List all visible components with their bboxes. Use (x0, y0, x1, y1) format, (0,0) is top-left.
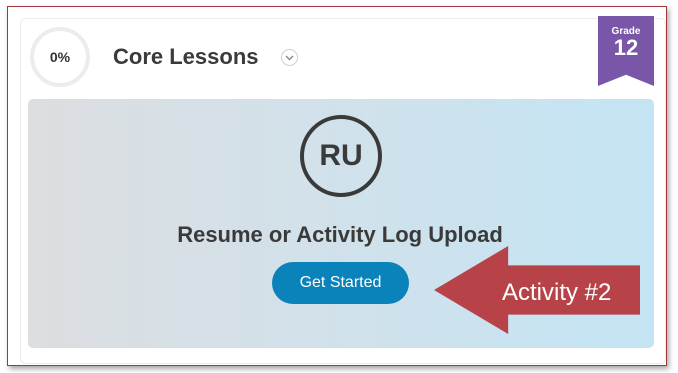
course-title: Core Lessons (113, 44, 259, 69)
annotation-label: Activity #2 (502, 279, 612, 306)
chevron-down-glyph (285, 55, 294, 60)
get-started-button[interactable]: Get Started (272, 262, 409, 304)
activity-initials: RU (319, 139, 363, 172)
activity-title-row: Resume or Activity Log Upload (0, 222, 678, 248)
progress-percent: 0% (49, 49, 71, 65)
chevron-down-icon[interactable] (281, 49, 298, 66)
grade-number: 12 (613, 35, 639, 60)
activity-title: Resume or Activity Log Upload (177, 222, 503, 247)
progress-circle: 0% (30, 27, 90, 87)
activity-initials-badge: RU (300, 115, 382, 197)
